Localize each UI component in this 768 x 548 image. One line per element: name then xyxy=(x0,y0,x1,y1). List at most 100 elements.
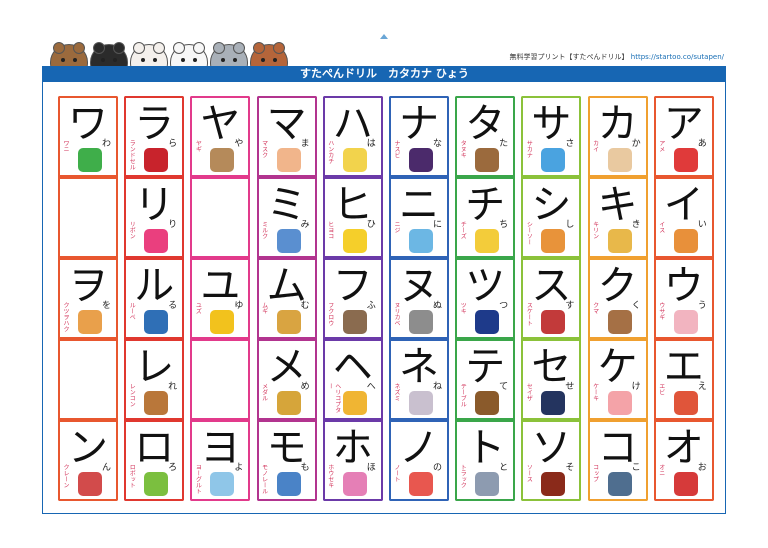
example-word: ランドセル xyxy=(128,140,136,170)
empty-card xyxy=(190,177,251,258)
example-word: クレーン xyxy=(62,464,69,488)
katakana-card: ヲをクツヲハク xyxy=(58,258,118,339)
example-word: ヤギ xyxy=(194,140,202,152)
example-word: ウサギ xyxy=(657,302,665,320)
katakana-card: ネねネズミ xyxy=(389,339,449,420)
katakana-card: ヌぬヌリカベ xyxy=(389,258,449,339)
empty-card xyxy=(58,339,118,420)
example-word: オニ xyxy=(657,464,665,476)
animal-eye xyxy=(181,58,185,62)
example-word: エビ xyxy=(657,383,665,395)
illustration-icon xyxy=(276,391,301,415)
katakana-card: モもモノレール xyxy=(256,420,317,501)
example-word: チーズ xyxy=(459,221,467,239)
example-word: リボン xyxy=(128,221,136,239)
illustration-icon xyxy=(541,229,566,253)
animal-eye xyxy=(101,58,105,62)
katakana-card: アあアメ xyxy=(653,96,714,177)
animal-ear xyxy=(233,42,245,54)
hiragana-reading: る xyxy=(168,301,178,311)
illustration-icon xyxy=(276,229,301,253)
animal-eye xyxy=(273,58,277,62)
hiragana-reading: こ xyxy=(631,463,641,473)
illustration-icon xyxy=(144,148,169,172)
example-word: ワニ xyxy=(62,140,69,152)
example-word: ルーペ xyxy=(128,302,136,320)
example-word: ネズミ xyxy=(393,383,400,401)
example-word: シーソー xyxy=(525,221,533,245)
hiragana-reading: ほ xyxy=(366,463,376,473)
animal-eye xyxy=(233,58,237,62)
illustration-icon xyxy=(276,472,301,496)
katakana-card: スすスケート xyxy=(521,258,582,339)
animal-ear xyxy=(93,42,105,54)
illustration-icon xyxy=(78,472,102,496)
hiragana-reading: お xyxy=(697,463,707,473)
illustration-icon xyxy=(210,148,235,172)
hiragana-reading: わ xyxy=(101,139,111,149)
hiragana-reading: り xyxy=(168,220,178,230)
example-word: モノレール xyxy=(260,464,268,494)
illustration-icon xyxy=(409,310,433,334)
hiragana-reading: ひ xyxy=(366,220,376,230)
katakana-card: ヒひヒヨコ xyxy=(322,177,383,258)
katakana-column: カかカイキきキリンクくクマケけケーキコこコップ xyxy=(587,96,648,501)
hiragana-reading: さ xyxy=(565,139,575,149)
example-word: ケーキ xyxy=(591,383,599,401)
site-text: 無料学習プリント【すたぺんドリル】 xyxy=(509,53,629,61)
example-word: マスク xyxy=(260,140,268,158)
hiragana-reading: を xyxy=(101,301,111,311)
hiragana-reading: ら xyxy=(168,139,178,149)
illustration-icon xyxy=(144,310,169,334)
katakana-card: ヘへヘリコプター xyxy=(322,339,383,420)
katakana-card: ホほホウセキ xyxy=(322,420,383,501)
illustration-icon xyxy=(475,391,500,415)
illustration-icon xyxy=(276,148,301,172)
example-word: アメ xyxy=(657,140,665,152)
katakana-card: フふフクロウ xyxy=(322,258,383,339)
example-word: ホウセキ xyxy=(326,464,334,488)
collapse-caret-icon[interactable] xyxy=(380,34,388,39)
illustration-icon xyxy=(475,310,500,334)
site-url[interactable]: https://startoo.co/sutapen/ xyxy=(631,53,724,61)
katakana-column: ワわワニヲをクツヲハクンんクレーン xyxy=(58,96,118,501)
hiragana-reading: ち xyxy=(499,220,509,230)
example-word: ユズ xyxy=(194,302,202,314)
hiragana-reading: す xyxy=(565,301,575,311)
illustration-icon xyxy=(78,148,102,172)
hiragana-reading: き xyxy=(631,220,641,230)
animal-ear xyxy=(53,42,65,54)
katakana-card: イいイス xyxy=(653,177,714,258)
illustration-icon xyxy=(78,310,102,334)
illustration-icon xyxy=(673,391,698,415)
hiragana-reading: な xyxy=(432,139,442,149)
katakana-card: ハはハンカチ xyxy=(322,96,383,177)
illustration-icon xyxy=(342,148,367,172)
example-word: タヌキ xyxy=(459,140,467,158)
katakana-card: ケけケーキ xyxy=(587,339,648,420)
katakana-column: ナなナスビニにニジヌぬヌリカベネねネズミノのノート xyxy=(389,96,449,501)
katakana-card: ルるルーペ xyxy=(124,258,185,339)
hiragana-reading: い xyxy=(697,220,707,230)
example-word: ヒヨコ xyxy=(326,221,334,239)
hiragana-reading: に xyxy=(432,220,442,230)
illustration-icon xyxy=(475,472,500,496)
example-word: キリン xyxy=(591,221,599,239)
illustration-icon xyxy=(673,229,698,253)
example-word: コップ xyxy=(591,464,599,482)
hiragana-reading: ま xyxy=(300,139,310,149)
katakana-card: メめメダル xyxy=(256,339,317,420)
katakana-card: ミみミルク xyxy=(256,177,317,258)
hiragana-reading: う xyxy=(697,301,707,311)
hiragana-reading: し xyxy=(565,220,575,230)
katakana-card: マまマスク xyxy=(256,96,317,177)
katakana-card: カかカイ xyxy=(587,96,648,177)
example-word: ハンカチ xyxy=(326,140,334,164)
illustration-icon xyxy=(607,229,632,253)
illustration-icon xyxy=(342,391,367,415)
illustration-icon xyxy=(607,391,632,415)
example-word: クマ xyxy=(591,302,599,314)
animal-eye xyxy=(261,58,265,62)
example-word: メダル xyxy=(260,383,268,401)
animal-ear xyxy=(73,42,85,54)
